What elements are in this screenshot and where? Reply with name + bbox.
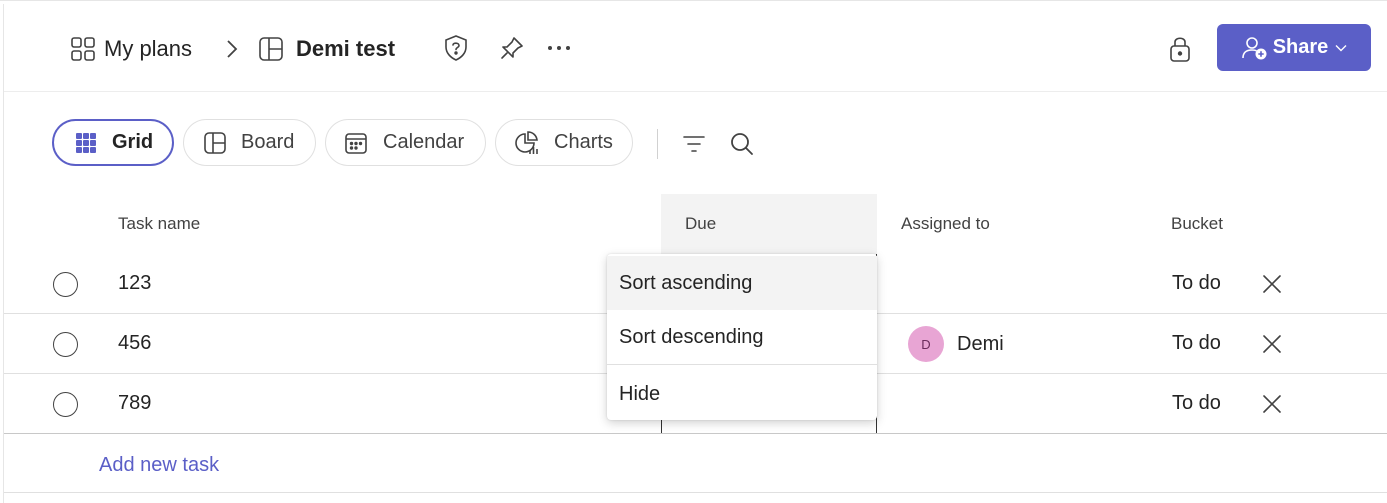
more-icon[interactable] xyxy=(545,34,573,62)
lock-icon[interactable] xyxy=(1166,34,1194,64)
tab-grid-label: Grid xyxy=(112,131,154,153)
board-icon xyxy=(203,131,227,155)
row-divider xyxy=(4,433,1387,434)
plan-header: My plans Demi test Share xyxy=(4,4,1387,92)
complete-task-checkbox[interactable] xyxy=(53,332,78,357)
pin-icon[interactable] xyxy=(498,34,526,62)
add-new-task-link[interactable]: Add new task xyxy=(99,454,219,477)
shield-question-icon[interactable] xyxy=(442,34,470,62)
tab-board-label: Board xyxy=(241,131,295,153)
menu-divider xyxy=(607,364,877,365)
chevron-right-icon xyxy=(222,37,242,61)
tab-grid[interactable]: Grid xyxy=(52,119,174,166)
complete-task-checkbox[interactable] xyxy=(53,392,78,417)
task-assignee[interactable]: D Demi xyxy=(908,326,1004,362)
tab-board[interactable]: Board xyxy=(183,119,316,166)
toolbar-divider xyxy=(657,129,658,159)
person-add-icon xyxy=(1241,35,1269,61)
menu-item-sort-ascending[interactable]: Sort ascending xyxy=(607,256,877,310)
column-header-task-name[interactable]: Task name xyxy=(118,214,200,234)
column-header-bucket[interactable]: Bucket xyxy=(1171,214,1223,234)
filter-icon[interactable] xyxy=(680,130,708,158)
plan-title: Demi test xyxy=(296,36,396,61)
grid-bottom-divider xyxy=(4,492,1387,493)
charts-icon xyxy=(514,130,540,156)
breadcrumb-my-plans[interactable]: My plans xyxy=(70,34,192,64)
chevron-down-icon xyxy=(1335,44,1347,52)
close-icon[interactable] xyxy=(1260,392,1284,416)
plan-icon xyxy=(258,36,284,62)
share-label: Share xyxy=(1272,36,1329,58)
task-bucket[interactable]: To do xyxy=(1172,392,1221,415)
search-icon[interactable] xyxy=(728,130,756,158)
task-name[interactable]: 456 xyxy=(118,332,151,355)
due-column-menu: Sort ascending Sort descending Hide xyxy=(607,254,877,420)
tab-charts[interactable]: Charts xyxy=(495,119,633,166)
calendar-icon xyxy=(344,131,368,155)
breadcrumb-my-plans-label: My plans xyxy=(104,36,193,61)
column-header-assigned-to[interactable]: Assigned to xyxy=(901,214,990,234)
task-bucket[interactable]: To do xyxy=(1172,332,1221,355)
my-plans-grid-icon xyxy=(70,36,96,62)
task-bucket[interactable]: To do xyxy=(1172,272,1221,295)
close-icon[interactable] xyxy=(1260,332,1284,356)
avatar: D xyxy=(908,326,944,362)
close-icon[interactable] xyxy=(1260,272,1284,296)
tab-calendar[interactable]: Calendar xyxy=(325,119,486,166)
complete-task-checkbox[interactable] xyxy=(53,272,78,297)
menu-item-sort-descending[interactable]: Sort descending xyxy=(607,310,877,364)
tab-calendar-label: Calendar xyxy=(383,131,465,153)
menu-item-hide[interactable]: Hide xyxy=(607,367,877,421)
task-name[interactable]: 123 xyxy=(118,272,151,295)
tab-charts-label: Charts xyxy=(554,131,613,153)
task-name[interactable]: 789 xyxy=(118,392,151,415)
assignee-name: Demi xyxy=(957,332,1004,355)
column-header-due[interactable]: Due xyxy=(685,214,716,234)
share-button[interactable]: Share xyxy=(1217,24,1371,71)
breadcrumb-plan[interactable]: Demi test xyxy=(258,34,395,64)
grid-icon xyxy=(75,132,97,154)
